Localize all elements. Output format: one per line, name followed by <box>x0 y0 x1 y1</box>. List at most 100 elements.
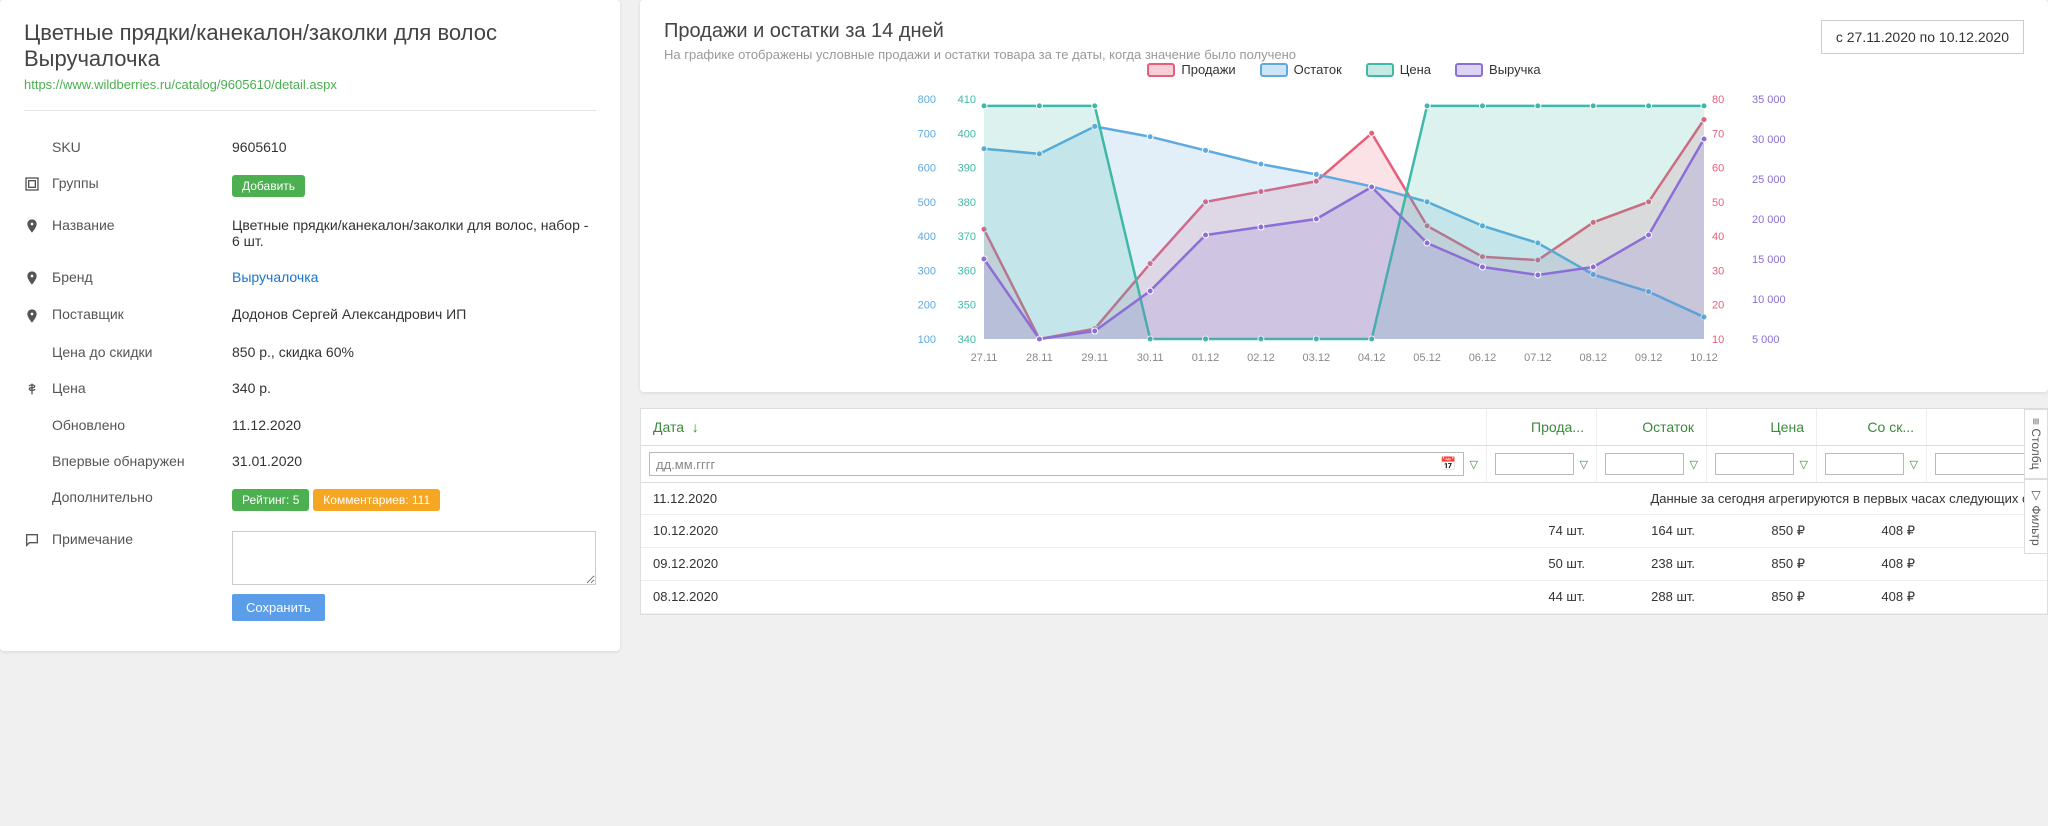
svg-text:40: 40 <box>1712 231 1724 243</box>
rating-badge: Рейтинг: 5 <box>232 489 309 511</box>
data-table: Дата ↓ Прода... Остаток Цена Со ск... дд… <box>640 408 2048 615</box>
filter-icon[interactable]: ▽ <box>1470 458 1478 471</box>
cell-date: 08.12.2020 <box>641 581 1487 613</box>
brand-link[interactable]: Выручалочка <box>232 269 596 285</box>
stock-filter-input[interactable] <box>1605 453 1684 475</box>
filter-icon[interactable]: ▽ <box>1800 458 1808 471</box>
product-url-link[interactable]: https://www.wildberries.ru/catalog/96056… <box>24 77 337 92</box>
svg-text:350: 350 <box>958 300 976 312</box>
svg-text:60: 60 <box>1712 163 1724 175</box>
svg-text:04.12: 04.12 <box>1358 352 1386 364</box>
filter-icon[interactable]: ▽ <box>1690 458 1698 471</box>
svg-text:400: 400 <box>918 231 936 243</box>
cell-date: 11.12.2020 <box>641 483 1344 514</box>
svg-text:340: 340 <box>958 334 976 346</box>
cell-stock: 288 шт. <box>1597 581 1707 613</box>
cell-price: 850 ₽ <box>1707 515 1817 547</box>
svg-text:20: 20 <box>1712 300 1724 312</box>
add-group-button[interactable]: Добавить <box>232 175 305 197</box>
filter-icon[interactable]: ▽ <box>1580 458 1588 471</box>
th-discount[interactable]: Со ск... <box>1817 409 1927 445</box>
svg-text:09.12: 09.12 <box>1635 352 1663 364</box>
product-details-panel: Цветные прядки/канекалон/заколки для вол… <box>0 0 620 651</box>
columns-tab[interactable]: ≡ Столбц <box>2024 409 2048 479</box>
filter-icon[interactable]: ▽ <box>1910 458 1918 471</box>
svg-text:27.11: 27.11 <box>971 352 998 364</box>
svg-text:600: 600 <box>918 163 936 175</box>
cell-discount: 408 ₽ <box>1817 581 1927 613</box>
cell-extra <box>1927 581 2047 613</box>
date-range-selector[interactable]: с 27.11.2020 по 10.12.2020 <box>1821 20 2024 54</box>
chart-subtitle: На графике отображены условные продажи и… <box>664 47 1296 62</box>
svg-text:70: 70 <box>1712 128 1724 140</box>
save-button[interactable]: Сохранить <box>232 594 325 621</box>
legend-sales[interactable]: Продажи <box>1181 62 1235 77</box>
sales-filter-input[interactable] <box>1495 453 1574 475</box>
price-icon <box>24 380 52 397</box>
svg-text:100: 100 <box>918 334 936 346</box>
svg-text:28.11: 28.11 <box>1026 352 1053 364</box>
svg-text:400: 400 <box>958 128 976 140</box>
table-header-row: Дата ↓ Прода... Остаток Цена Со ск... <box>641 409 2047 446</box>
extra-filter-input[interactable] <box>1935 453 2038 475</box>
pin-icon <box>24 269 52 286</box>
price-value: 340 р. <box>232 380 596 396</box>
name-label: Название <box>52 217 232 233</box>
svg-text:200: 200 <box>918 300 936 312</box>
svg-text:500: 500 <box>918 197 936 209</box>
svg-text:07.12: 07.12 <box>1524 352 1552 364</box>
svg-text:35 000: 35 000 <box>1752 94 1786 106</box>
svg-text:10.12: 10.12 <box>1690 352 1718 364</box>
chart-panel: Продажи и остатки за 14 дней На графике … <box>640 0 2048 392</box>
discount-filter-input[interactable] <box>1825 453 1904 475</box>
svg-text:29.11: 29.11 <box>1081 352 1108 364</box>
price-label: Цена <box>52 380 232 396</box>
filters-tab[interactable]: ▽ Фильтр <box>2024 479 2048 555</box>
date-filter-input[interactable]: дд.мм.гггг📅 <box>649 452 1464 476</box>
svg-text:20 000: 20 000 <box>1752 214 1786 226</box>
svg-text:05.12: 05.12 <box>1413 352 1441 364</box>
cell-price: 850 ₽ <box>1707 548 1817 580</box>
table-row[interactable]: 10.12.2020 74 шт. 164 шт. 850 ₽ 408 ₽ <box>641 515 2047 548</box>
table-row[interactable]: 09.12.2020 50 шт. 238 шт. 850 ₽ 408 ₽ <box>641 548 2047 581</box>
first-seen-value: 31.01.2020 <box>232 453 596 469</box>
divider <box>24 110 596 111</box>
sku-label: SKU <box>52 139 232 155</box>
filter-row: дд.мм.гггг📅 ▽ ▽ ▽ ▽ ▽ <box>641 446 2047 483</box>
chart-legend: Продажи Остаток Цена Выручка <box>664 62 2024 77</box>
price-filter-input[interactable] <box>1715 453 1794 475</box>
th-price[interactable]: Цена <box>1707 409 1817 445</box>
price-before-label: Цена до скидки <box>52 344 232 360</box>
th-sales[interactable]: Прода... <box>1487 409 1597 445</box>
table-row[interactable]: 11.12.2020Данные за сегодня агрегируются… <box>641 483 2047 515</box>
note-label: Примечание <box>52 531 232 547</box>
legend-price[interactable]: Цена <box>1400 62 1431 77</box>
cell-sales: 50 шт. <box>1487 548 1597 580</box>
pin-icon <box>24 217 52 234</box>
svg-text:5 000: 5 000 <box>1752 334 1780 346</box>
sku-value: 9605610 <box>232 139 596 155</box>
svg-text:700: 700 <box>918 128 936 140</box>
cell-stock: 238 шт. <box>1597 548 1707 580</box>
cell-stock: 164 шт. <box>1597 515 1707 547</box>
svg-text:02.12: 02.12 <box>1247 352 1275 364</box>
th-date[interactable]: Дата ↓ <box>641 409 1487 445</box>
svg-text:15 000: 15 000 <box>1752 254 1786 266</box>
svg-text:30 000: 30 000 <box>1752 134 1786 146</box>
layers-icon <box>24 175 52 192</box>
brand-label: Бренд <box>52 269 232 285</box>
cell-price: 850 ₽ <box>1707 581 1817 613</box>
note-textarea[interactable] <box>232 531 596 585</box>
th-stock[interactable]: Остаток <box>1597 409 1707 445</box>
calendar-icon: 📅 <box>1440 456 1456 472</box>
name-value: Цветные прядки/канекалон/заколки для вол… <box>232 217 596 249</box>
updated-value: 11.12.2020 <box>232 417 596 433</box>
legend-revenue[interactable]: Выручка <box>1489 62 1541 77</box>
svg-text:03.12: 03.12 <box>1303 352 1331 364</box>
table-row[interactable]: 08.12.2020 44 шт. 288 шт. 850 ₽ 408 ₽ <box>641 581 2047 614</box>
price-before-value: 850 р., скидка 60% <box>232 344 596 360</box>
supplier-label: Поставщик <box>52 306 232 322</box>
chart-title: Продажи и остатки за 14 дней <box>664 20 1296 43</box>
svg-text:410: 410 <box>958 94 976 106</box>
legend-stock[interactable]: Остаток <box>1294 62 1342 77</box>
